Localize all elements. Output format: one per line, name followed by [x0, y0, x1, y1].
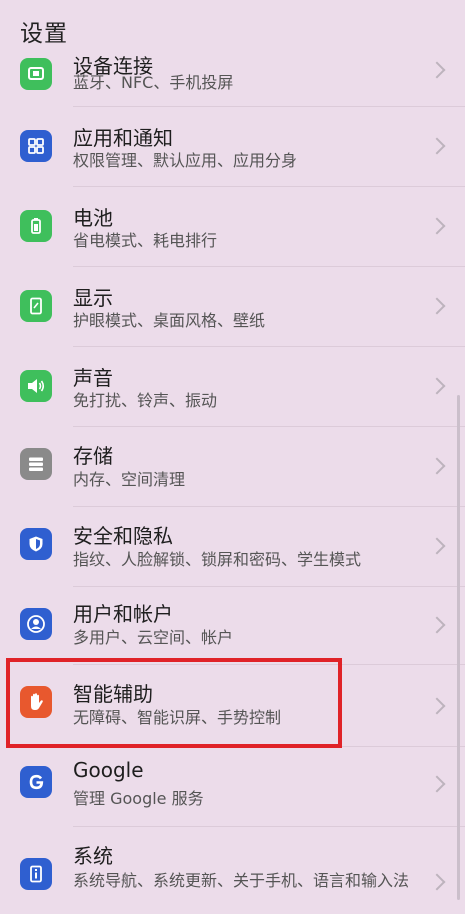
settings-item-apps[interactable]: 应用和通知 权限管理、默认应用、应用分身 — [0, 108, 465, 188]
settings-item-storage[interactable]: 存储 内存、空间清理 — [0, 428, 465, 508]
settings-item-subtitle: 内存、空间清理 — [73, 470, 186, 489]
chevron-right-icon — [428, 217, 446, 235]
google-icon — [20, 766, 52, 798]
chevron-right-icon — [428, 297, 446, 315]
settings-item-battery[interactable]: 电池 省电模式、耗电排行 — [0, 188, 465, 268]
app-header: 设置 — [0, 0, 465, 56]
divider — [73, 426, 465, 427]
shield-icon — [20, 528, 52, 560]
battery-icon — [20, 210, 52, 242]
settings-item-subtitle: 免打扰、铃声、振动 — [73, 391, 218, 410]
settings-item-subtitle: 系统导航、系统更新、关于手机、语言和输入法 — [73, 871, 410, 890]
scrollbar[interactable] — [457, 395, 460, 900]
chevron-right-icon — [428, 775, 446, 793]
chevron-right-icon — [428, 537, 446, 555]
settings-item-subtitle: 蓝牙、NFC、手机投屏 — [73, 73, 234, 92]
settings-item-title: Google — [73, 758, 144, 782]
chevron-right-icon — [428, 137, 446, 155]
settings-item-title: 存储 — [73, 444, 113, 468]
divider — [73, 106, 465, 107]
divider — [73, 586, 465, 587]
settings-item-title: 声音 — [73, 366, 113, 390]
settings-item-sound[interactable]: 声音 免打扰、铃声、振动 — [0, 348, 465, 428]
system-info-icon — [20, 858, 52, 890]
display-phone-icon — [20, 290, 52, 322]
settings-item-security[interactable]: 安全和隐私 指纹、人脸解锁、锁屏和密码、学生模式 — [0, 508, 465, 588]
highlight-annotation-box — [6, 658, 342, 748]
page-title: 设置 — [20, 21, 68, 47]
settings-item-title: 安全和隐私 — [73, 524, 173, 548]
divider — [73, 186, 465, 187]
settings-item-title: 应用和通知 — [73, 126, 173, 150]
chevron-right-icon — [428, 697, 446, 715]
settings-item-subtitle: 管理 Google 服务 — [73, 789, 204, 808]
chevron-right-icon — [428, 61, 446, 79]
storage-icon — [20, 448, 52, 480]
settings-item-users-accounts[interactable]: 用户和帐户 多用户、云空间、帐户 — [0, 588, 465, 668]
divider — [73, 506, 465, 507]
settings-item-subtitle: 权限管理、默认应用、应用分身 — [73, 151, 298, 170]
settings-item-system[interactable]: 系统 系统导航、系统更新、关于手机、语言和输入法 — [0, 828, 465, 914]
settings-item-subtitle: 指纹、人脸解锁、锁屏和密码、学生模式 — [73, 550, 362, 569]
settings-item-title: 用户和帐户 — [73, 602, 173, 626]
settings-item-title: 显示 — [73, 286, 113, 310]
chevron-right-icon — [428, 616, 446, 634]
chevron-right-icon — [428, 457, 446, 475]
chevron-right-icon — [428, 873, 446, 891]
chevron-right-icon — [428, 377, 446, 395]
settings-item-subtitle: 省电模式、耗电排行 — [73, 231, 218, 250]
divider — [73, 346, 465, 347]
apps-grid-icon — [20, 130, 52, 162]
settings-item-google[interactable]: Google 管理 Google 服务 — [0, 748, 465, 828]
settings-item-subtitle: 多用户、云空间、帐户 — [73, 628, 234, 647]
settings-item-display[interactable]: 显示 护眼模式、桌面风格、壁纸 — [0, 268, 465, 348]
settings-item-title: 电池 — [73, 206, 113, 230]
divider — [73, 826, 465, 827]
settings-item-subtitle: 护眼模式、桌面风格、壁纸 — [73, 311, 266, 330]
speaker-icon — [20, 370, 52, 402]
user-account-icon — [20, 608, 52, 640]
device-connection-icon — [20, 58, 52, 90]
divider — [73, 266, 465, 267]
settings-item-title: 系统 — [73, 844, 113, 868]
